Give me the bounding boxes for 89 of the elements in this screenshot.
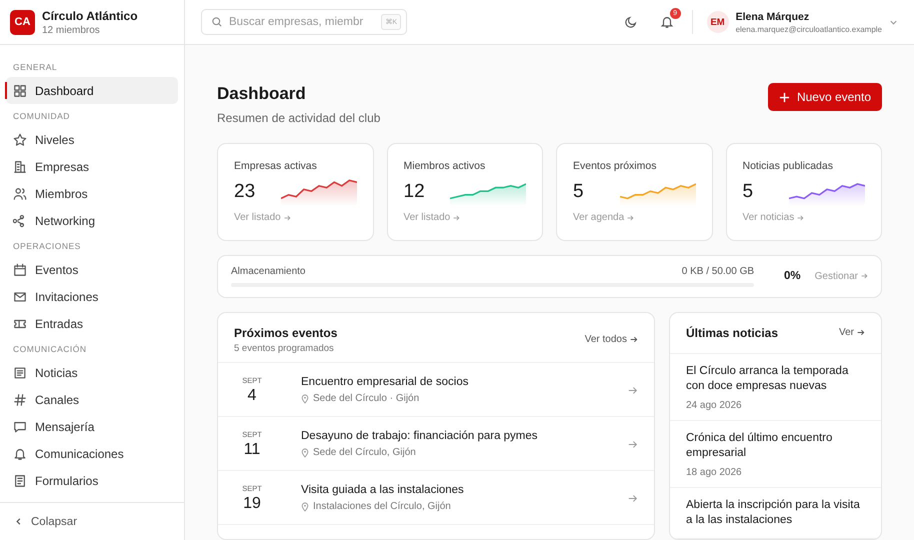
nav-item[interactable]: Mensajería — [6, 413, 178, 440]
new-event-button[interactable]: Nuevo evento — [768, 83, 882, 111]
event-location: Instalaciones del Círculo, Gijón — [313, 501, 451, 512]
event-day: 19 — [243, 494, 261, 513]
storage-usage: 0 KB / 50.00 GB — [682, 266, 754, 277]
stat-value: 23 — [234, 181, 256, 203]
star-icon — [13, 132, 27, 146]
event-day: 11 — [244, 440, 260, 459]
view-link[interactable]: Ver — [838, 327, 865, 338]
user-email: elena.marquez@circuloatlantico.example — [736, 24, 882, 34]
event-day: 4 — [248, 386, 256, 405]
nav-item[interactable]: Noticias — [6, 359, 178, 386]
storage-percent: 0% — [784, 270, 801, 282]
arrow-right-icon — [630, 336, 638, 344]
plus-icon — [778, 92, 790, 102]
arrow-right-icon — [628, 494, 638, 503]
stat-label: Eventos próximos — [573, 160, 658, 172]
event-title: Visita guiada a las instalaciones — [301, 484, 465, 496]
stat-label: Miembros activos — [404, 160, 486, 172]
page-title: Dashboard — [217, 84, 307, 104]
stat-value: 5 — [573, 181, 584, 203]
org-logo: CA — [10, 10, 35, 34]
panel-title: Próximos eventos — [234, 326, 338, 340]
news-date: 24 ago 2026 — [686, 400, 743, 411]
location-pin-icon — [301, 448, 309, 458]
news-title: El Círculo arranca la temporada con doce empresas nuevas — [686, 364, 850, 394]
chat-icon — [13, 420, 27, 434]
nav-item[interactable]: Eventos — [6, 256, 178, 283]
section-heading: GENERAL — [12, 61, 58, 74]
stat-label: Noticias publicadas — [742, 160, 834, 172]
panel-title: Últimas noticias — [686, 326, 778, 340]
news-title: Crónica del último encuentro empresarial — [686, 430, 834, 462]
location-pin-icon — [301, 502, 309, 512]
arrow-right-icon — [284, 214, 291, 220]
form-icon — [13, 474, 27, 488]
grid-icon — [13, 84, 27, 98]
news-item[interactable]: Crónica del último encuentro empresarial 18 ago 2026 — [670, 420, 881, 488]
building-icon — [13, 160, 27, 174]
section-heading: OPERACIONES — [12, 240, 82, 253]
member-count: 12 miembros — [42, 24, 101, 36]
newspaper-icon — [13, 366, 27, 380]
calendar-icon — [13, 262, 27, 276]
user-avatar: EM — [706, 11, 729, 33]
bell-icon — [660, 15, 674, 29]
section-heading: COMUNICACIÓN — [12, 343, 88, 356]
news-item[interactable]: Abierta la inscripción para la visita a la las instalaciones — [670, 488, 881, 539]
stat-label: Empresas activas — [234, 160, 318, 172]
storage-label: Almacenamiento — [231, 266, 306, 277]
event-title: Desayuno de trabajo: financiación para pymes — [301, 430, 539, 442]
users-icon — [13, 186, 27, 200]
event-title: Encuentro empresarial de socios — [301, 376, 470, 388]
nav-item[interactable]: Dashboard — [6, 77, 178, 104]
arrow-right-icon — [861, 273, 868, 280]
news-date: 18 ago 2026 — [686, 466, 743, 478]
nav-item[interactable]: Entradas — [6, 310, 178, 337]
event-location: Sede del Círculo, Gijón — [313, 447, 416, 458]
nav-item[interactable]: Formularios — [6, 467, 178, 494]
arrow-right-icon — [857, 329, 865, 336]
view-all-link[interactable]: Ver todos — [584, 334, 638, 346]
news-title: Abierta la inscripción para la visita a la las instalaciones — [686, 498, 861, 528]
chevron-left-icon — [14, 517, 23, 526]
moon-icon — [624, 15, 638, 29]
news-item[interactable]: El Círculo arranca la temporada con doce empresas nuevas 24 ago 2026 — [670, 354, 881, 421]
event-location: Sede del Círculo · Gijón — [313, 393, 420, 404]
nav-item[interactable]: Invitaciones — [6, 283, 178, 310]
nav-item[interactable]: Comunicaciones — [6, 440, 178, 467]
stat-value: 12 — [404, 181, 425, 203]
mail-icon — [13, 290, 27, 304]
nav-item[interactable]: Miembros — [6, 180, 178, 207]
page-subtitle: Resumen de actividad del club — [217, 111, 380, 125]
arrow-right-icon — [453, 214, 460, 220]
bell-icon — [13, 446, 27, 460]
location-pin-icon — [301, 394, 309, 404]
arrow-right-icon — [627, 214, 634, 220]
arrow-right-icon — [797, 214, 804, 220]
share-icon — [13, 214, 27, 228]
nav-item[interactable]: Empresas — [6, 153, 178, 180]
panel-subtitle: 5 eventos programados — [234, 342, 335, 354]
search-icon — [211, 16, 223, 28]
nav-item[interactable]: Niveles — [6, 126, 178, 153]
section-heading: COMUNIDAD — [12, 110, 71, 123]
user-name: Elena Márquez — [736, 10, 810, 22]
nav-item[interactable]: Networking — [6, 207, 178, 234]
org-name: Círculo Atlántico — [42, 8, 138, 22]
nav-item[interactable]: Canales — [6, 386, 178, 413]
arrow-right-icon — [628, 386, 638, 395]
stat-value: 5 — [742, 181, 754, 203]
arrow-right-icon — [628, 440, 638, 449]
hash-icon — [13, 392, 27, 406]
